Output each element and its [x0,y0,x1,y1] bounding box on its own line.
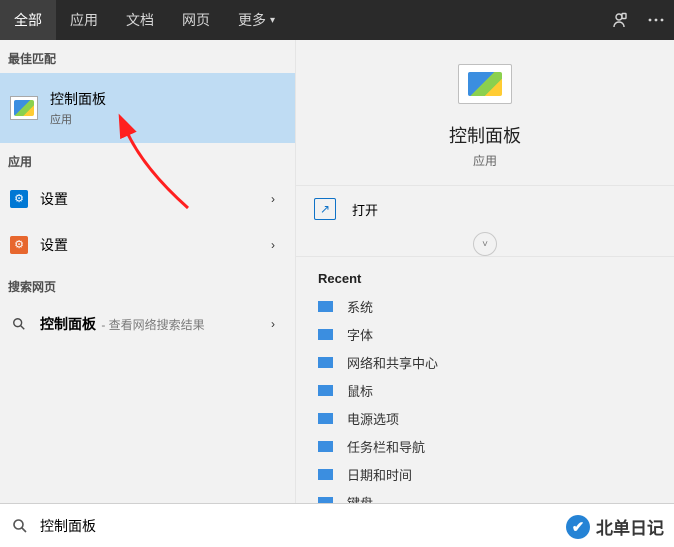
chevron-right-icon: › [271,317,275,331]
chevron-right-icon: › [271,192,275,206]
ellipsis-icon [648,18,664,22]
cpl-icon [318,441,333,452]
search-icon [12,518,28,534]
tab-label: 应用 [70,10,98,30]
section-web: 搜索网页 [0,268,295,301]
search-icon [10,317,28,331]
result-subtitle: 应用 [50,111,106,127]
result-title: 控制面板 - 查看网络搜索结果 [40,314,205,334]
chevron-right-icon: › [271,238,275,252]
recent-item[interactable]: 键盘 [296,488,674,504]
tab-docs[interactable]: 文档 [112,0,168,40]
app-result-settings-2[interactable]: ⚙ 设置 › [0,222,295,268]
more-options-button[interactable] [638,0,674,40]
action-open[interactable]: ↗ 打开 [296,185,674,232]
app-result-settings-1[interactable]: ⚙ 设置 › [0,176,295,222]
tab-label: 网页 [182,10,210,30]
cpl-icon [318,413,333,424]
cpl-icon [318,469,333,480]
tab-web[interactable]: 网页 [168,0,224,40]
recent-header: Recent [296,257,674,292]
recent-item[interactable]: 鼠标 [296,376,674,404]
recent-item[interactable]: 字体 [296,320,674,348]
watermark-text: 北单日记 [596,514,664,539]
recent-item[interactable]: 日期和时间 [296,460,674,488]
tab-more[interactable]: 更多 ▾ [224,0,289,40]
chevron-down-icon: ˅ [482,239,488,250]
section-best-match: 最佳匹配 [0,40,295,73]
recent-label: 系统 [347,297,373,316]
results-pane: 最佳匹配 控制面板 应用 应用 ⚙ 设置 › ⚙ 设置 › 搜索网页 控制面板 … [0,40,295,504]
cpl-icon [318,301,333,312]
chevron-down-icon: ▾ [270,15,275,26]
recent-label: 鼠标 [347,381,373,400]
action-label: 打开 [352,200,378,219]
cpl-icon [318,385,333,396]
recent-label: 电源选项 [347,409,399,428]
cpl-icon [318,357,333,368]
detail-title: 控制面板 [449,122,521,148]
tab-label: 全部 [14,10,42,30]
control-panel-icon [10,96,38,120]
section-apps: 应用 [0,143,295,176]
expand-button[interactable]: ˅ [473,232,497,256]
person-badge-icon [612,12,628,28]
feedback-button[interactable] [602,0,638,40]
recent-item[interactable]: 系统 [296,292,674,320]
result-title: 设置 [40,235,68,255]
watermark-logo: ✔ [566,515,590,539]
recent-item[interactable]: 网络和共享中心 [296,348,674,376]
tab-label: 更多 [238,10,266,30]
recent-item[interactable]: 任务栏和导航 [296,432,674,460]
gear-icon: ⚙ [10,190,28,208]
details-pane: 控制面板 应用 ↗ 打开 ˅ Recent 系统 字体 网络和共享中心 鼠标 电… [295,40,674,504]
web-search-result[interactable]: 控制面板 - 查看网络搜索结果 › [0,301,295,347]
recent-label: 字体 [347,325,373,344]
tab-label: 文档 [126,10,154,30]
recent-label: 日期和时间 [347,465,412,484]
recent-item[interactable]: 电源选项 [296,404,674,432]
tab-all[interactable]: 全部 [0,0,56,40]
recent-label: 任务栏和导航 [347,437,425,456]
recent-label: 网络和共享中心 [347,353,438,372]
control-panel-icon [458,64,512,104]
result-title: 设置 [40,189,68,209]
cpl-icon [318,329,333,340]
watermark: ✔ 北单日记 [566,514,664,539]
tab-apps[interactable]: 应用 [56,0,112,40]
gear-icon: ⚙ [10,236,28,254]
open-icon: ↗ [314,198,336,220]
best-match-result[interactable]: 控制面板 应用 [0,73,295,143]
detail-kind: 应用 [473,152,497,169]
result-title: 控制面板 [50,89,106,109]
top-filter-bar: 全部 应用 文档 网页 更多 ▾ [0,0,674,40]
